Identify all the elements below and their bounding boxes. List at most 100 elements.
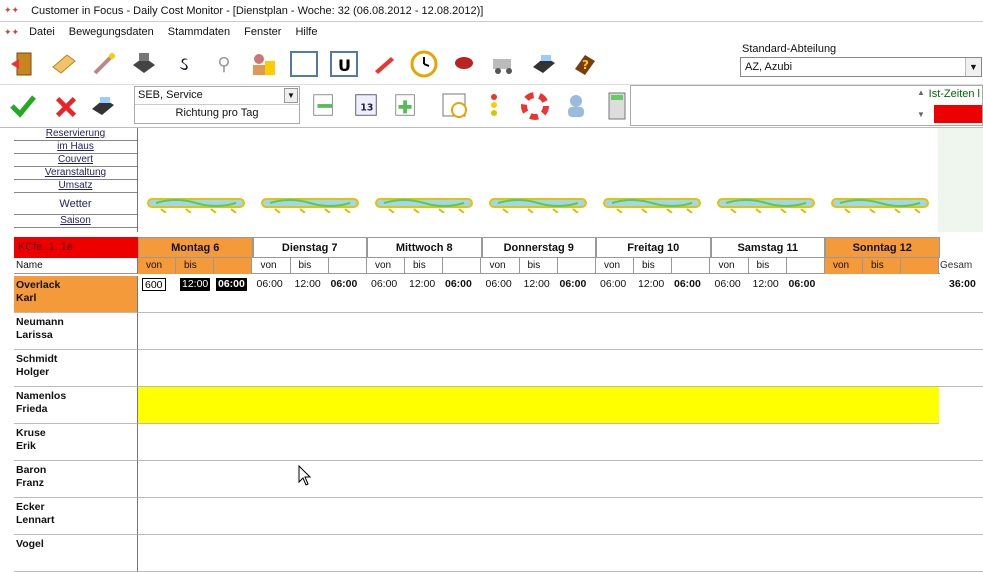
help-book-icon[interactable]: ? <box>566 46 602 82</box>
underline-icon[interactable]: U <box>326 46 362 82</box>
cancel-x-icon[interactable] <box>52 93 82 123</box>
time-cell-von[interactable]: 06:00 <box>257 278 283 291</box>
employee-last-name: Namenlos <box>16 390 67 402</box>
time-cell-von[interactable]: 06:00 <box>600 278 626 291</box>
department-select[interactable]: AZ, Azubi ▼ <box>740 57 982 77</box>
employee-name[interactable]: Kruse Erik <box>14 424 138 461</box>
sum-header <box>672 258 710 274</box>
time-cell-sum[interactable]: 06:00 <box>445 278 472 291</box>
link-reservierung[interactable]: Reservierung <box>14 128 137 141</box>
total-hours: 36:00 <box>949 278 976 290</box>
menu-stammdaten[interactable]: Stammdaten <box>168 26 230 38</box>
menu-fenster[interactable]: Fenster <box>244 26 281 38</box>
von-label: von <box>711 258 749 274</box>
menu-datei[interactable]: Datei <box>29 26 55 38</box>
time-cell-bis[interactable]: 12:00 <box>295 278 321 291</box>
employee-name[interactable]: Ecker Lennart <box>14 498 138 535</box>
chevron-down-icon[interactable]: ▼ <box>284 88 298 103</box>
link-veranstaltung[interactable]: Veranstaltung <box>14 167 137 180</box>
car-icon[interactable] <box>446 46 482 82</box>
day-header-3[interactable]: Mittwoch 8 <box>367 237 482 258</box>
stamp-icon[interactable] <box>126 46 162 82</box>
confirm-check-icon[interactable] <box>8 91 40 123</box>
von-label: von <box>253 258 291 274</box>
link-saison[interactable]: Saison <box>14 215 137 228</box>
snake-icon[interactable]: ઽ <box>166 46 202 82</box>
time-cell-sum[interactable]: 06:00 <box>560 278 587 291</box>
von-bis-header: von bis <box>710 258 825 274</box>
employee-name[interactable]: Vogel <box>14 535 138 572</box>
blank-window-icon[interactable] <box>286 46 322 82</box>
time-cell-von[interactable]: 600 <box>142 278 166 291</box>
service-select[interactable]: SEB, Service ▼ <box>135 87 299 105</box>
exit-door-icon[interactable] <box>6 46 42 82</box>
calendar-minus-icon[interactable] <box>310 91 340 123</box>
direction-label: Richtung pro Tag <box>175 107 259 119</box>
day-header-4[interactable]: Donnerstag 9 <box>481 237 596 258</box>
time-cell-von[interactable]: 06:00 <box>486 278 512 291</box>
scroll-up-icon[interactable]: ▲ <box>917 88 925 97</box>
table-row[interactable] <box>138 313 983 350</box>
bis-label: bis <box>520 258 558 274</box>
mdi-icon[interactable]: ✦✦ <box>4 27 19 38</box>
traffic-light-icon[interactable] <box>484 91 508 123</box>
time-cell-bis[interactable]: 12:00 <box>409 278 435 291</box>
day-header-6[interactable]: Samstag 11 <box>710 237 825 258</box>
printer-icon[interactable] <box>526 46 562 82</box>
menu-hilfe[interactable]: Hilfe <box>295 26 317 38</box>
employee-name[interactable]: Overlack Karl <box>14 276 138 313</box>
day-header-2[interactable]: Dienstag 7 <box>252 237 367 258</box>
employee-first-name: Karl <box>16 292 37 304</box>
time-cell-bis[interactable]: 12:00 <box>638 278 664 291</box>
day-header-5[interactable]: Freitag 10 <box>596 237 711 258</box>
time-cell-bis[interactable]: 12:00 <box>180 278 211 291</box>
bis-label: bis <box>405 258 443 274</box>
employee-name[interactable]: Schmidt Holger <box>14 350 138 387</box>
table-row[interactable] <box>138 461 983 498</box>
lifebuoy-icon[interactable] <box>520 91 552 123</box>
chevron-down-icon[interactable]: ▼ <box>965 58 981 76</box>
von-bis-header: von bis <box>825 258 940 274</box>
clock-icon[interactable] <box>406 46 442 82</box>
table-row[interactable] <box>138 424 983 461</box>
time-cell-sum[interactable]: 06:00 <box>216 278 247 291</box>
truck-icon[interactable] <box>486 46 522 82</box>
link-couvert[interactable]: Couvert <box>14 154 137 167</box>
menu-bewegungsdaten[interactable]: Bewegungsdaten <box>69 26 154 38</box>
table-row[interactable] <box>138 498 983 535</box>
time-cell-von[interactable]: 06:00 <box>715 278 741 291</box>
compass-icon[interactable]: ⚲ <box>206 46 242 82</box>
time-cell-bis[interactable]: 12:00 <box>753 278 779 291</box>
calendar-13-icon[interactable]: 13 <box>352 91 382 123</box>
service-value: SEB, Service <box>138 89 203 101</box>
time-cell-sum[interactable]: 06:00 <box>789 278 816 291</box>
magic-wand-icon[interactable] <box>86 46 122 82</box>
link-im-haus[interactable]: im Haus <box>14 141 137 154</box>
user-info-icon[interactable] <box>562 91 594 123</box>
employee-name[interactable]: Neumann Larissa <box>14 313 138 350</box>
time-cell-sum[interactable]: 06:00 <box>674 278 701 291</box>
printer-icon[interactable] <box>88 91 120 123</box>
time-cell-sum[interactable]: 06:00 <box>331 278 358 291</box>
calendar-clock-icon[interactable] <box>440 91 474 123</box>
link-umsatz[interactable]: Umsatz <box>14 180 137 193</box>
calendar-plus-icon[interactable] <box>392 91 422 123</box>
department-value: AZ, Azubi <box>745 61 793 73</box>
table-row[interactable] <box>138 387 939 424</box>
time-cell-von[interactable]: 06:00 <box>371 278 397 291</box>
table-row[interactable] <box>138 535 983 572</box>
day-header-7[interactable]: Sonntag 12 <box>825 237 940 258</box>
pencil-icon[interactable] <box>366 46 402 82</box>
table-row[interactable] <box>138 350 983 387</box>
employee-name[interactable]: Baron Franz <box>14 461 138 498</box>
bis-label: bis <box>634 258 672 274</box>
service-select-box: SEB, Service ▼ Richtung pro Tag <box>134 86 300 124</box>
calculator-icon[interactable] <box>606 91 632 123</box>
eraser-icon[interactable] <box>46 46 82 82</box>
scroll-down-icon[interactable]: ▼ <box>917 110 925 119</box>
users-icon[interactable] <box>246 46 282 82</box>
time-cell-bis[interactable]: 12:00 <box>524 278 550 291</box>
day-header-1[interactable]: Montag 6 <box>138 237 253 258</box>
employee-name[interactable]: Namenlos Frieda <box>14 387 138 424</box>
ist-zeiten-label: Ist-Zeiten l <box>928 88 980 100</box>
